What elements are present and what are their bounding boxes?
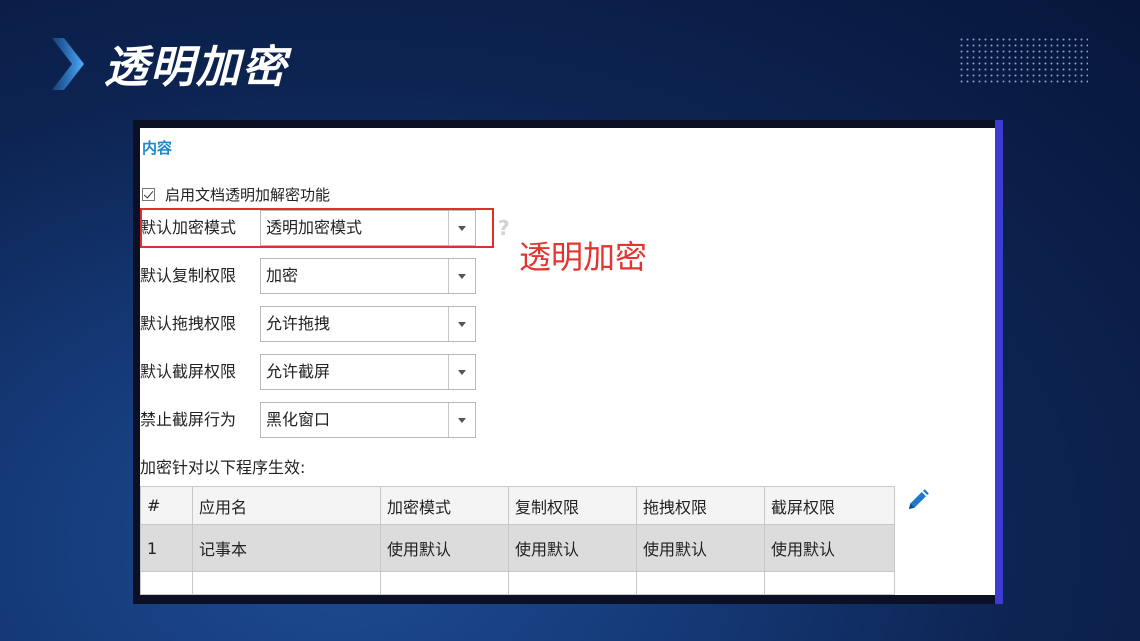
table-cell: 使用默认	[380, 524, 509, 572]
chevron-down-icon[interactable]	[448, 259, 475, 293]
default-screenshot-permission-label: 默认截屏权限	[140, 362, 237, 381]
table-cell: 使用默认	[636, 524, 765, 572]
table-empty-row	[140, 571, 895, 595]
column-header-index[interactable]: #	[140, 486, 193, 525]
annotation-highlight-box	[140, 208, 494, 248]
slide-title: 透明加密	[104, 42, 288, 93]
table-cell: 使用默认	[508, 524, 637, 572]
help-icon[interactable]: ?	[498, 216, 510, 240]
settings-window: 内容 启用文档透明加解密功能 默认加密模式 透明加密模式 默认复制权限 加密 默…	[140, 128, 995, 595]
block-screenshot-behavior-select[interactable]: 黑化窗口	[260, 402, 476, 438]
column-header-drag-permission[interactable]: 拖拽权限	[636, 486, 765, 525]
default-screenshot-permission-value: 允许截屏	[266, 362, 331, 381]
block-screenshot-behavior-value: 黑化窗口	[266, 410, 331, 429]
block-screenshot-behavior-label: 禁止截屏行为	[140, 410, 237, 429]
column-header-screenshot-permission[interactable]: 截屏权限	[764, 486, 895, 525]
table-cell: 1	[140, 524, 193, 572]
pencil-icon[interactable]	[906, 488, 930, 512]
column-header-app-name[interactable]: 应用名	[192, 486, 381, 525]
enable-encryption-checkbox[interactable]	[142, 187, 155, 201]
default-copy-permission-select[interactable]: 加密	[260, 258, 476, 294]
section-title: 内容	[142, 139, 173, 157]
default-screenshot-permission-select[interactable]: 允许截屏	[260, 354, 476, 390]
default-copy-permission-value: 加密	[266, 266, 299, 285]
table-row[interactable]: 1 记事本 使用默认 使用默认 使用默认 使用默认	[140, 524, 895, 572]
default-drag-permission-select[interactable]: 允许拖拽	[260, 306, 476, 342]
chevron-right-icon	[52, 38, 84, 90]
chevron-down-icon[interactable]	[448, 403, 475, 437]
program-table: # 应用名 加密模式 复制权限 拖拽权限 截屏权限 1 记事本 使用默认 使用默…	[140, 486, 895, 595]
apply-programs-label: 加密针对以下程序生效:	[140, 458, 306, 477]
screenshot-frame: 内容 启用文档透明加解密功能 默认加密模式 透明加密模式 默认复制权限 加密 默…	[133, 120, 1003, 604]
enable-encryption-row[interactable]: 启用文档透明加解密功能	[142, 184, 330, 204]
chevron-down-icon[interactable]	[448, 355, 475, 389]
default-copy-permission-label: 默认复制权限	[140, 266, 237, 285]
annotation-label: 透明加密	[519, 238, 648, 276]
column-header-copy-permission[interactable]: 复制权限	[508, 486, 637, 525]
table-header-row: # 应用名 加密模式 复制权限 拖拽权限 截屏权限	[140, 486, 895, 525]
column-header-encryption-mode[interactable]: 加密模式	[380, 486, 509, 525]
table-cell: 使用默认	[764, 524, 895, 572]
default-drag-permission-label: 默认拖拽权限	[140, 314, 237, 333]
dot-grid-decoration	[960, 38, 1088, 84]
frame-accent-bar	[995, 120, 1003, 604]
default-drag-permission-value: 允许拖拽	[266, 314, 331, 333]
enable-encryption-label: 启用文档透明加解密功能	[165, 185, 331, 204]
table-cell: 记事本	[192, 524, 381, 572]
chevron-down-icon[interactable]	[448, 307, 475, 341]
